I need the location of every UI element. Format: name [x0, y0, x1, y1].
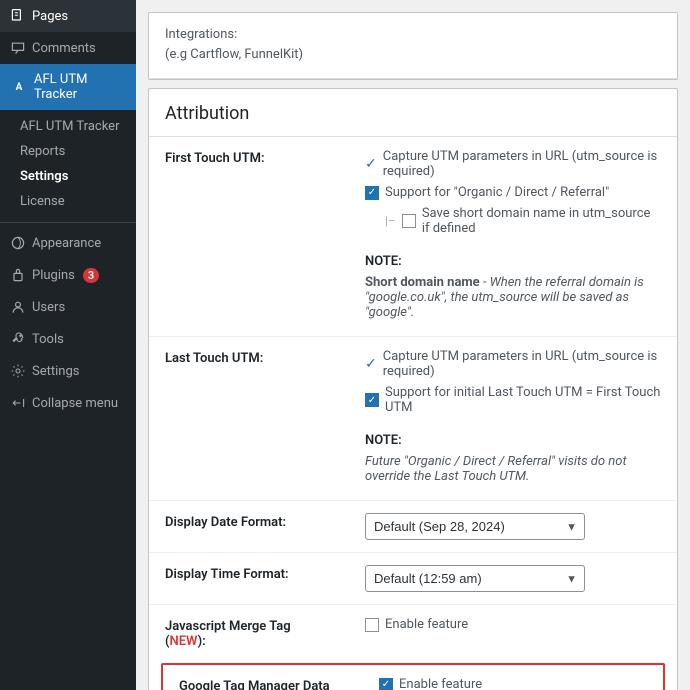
- sidebar-item-appearance[interactable]: Appearance: [0, 227, 136, 259]
- last-touch-note: NOTE: Future "Organic / Direct / Referra…: [365, 421, 661, 488]
- first-touch-note-label: NOTE:: [365, 254, 661, 269]
- sidebar-item-settings[interactable]: Settings: [0, 355, 136, 387]
- sidebar-item-comments[interactable]: Comments: [0, 32, 136, 64]
- sidebar-item-afl[interactable]: A AFL UTM Tracker: [0, 64, 136, 110]
- time-format-select[interactable]: Default (12:59 am): [365, 565, 585, 592]
- sidebar-item-pages[interactable]: Pages: [0, 0, 136, 32]
- javascript-merge-label: Javascript Merge Tag (NEW):: [149, 605, 349, 664]
- sidebar-sub-reports[interactable]: Reports: [0, 139, 136, 164]
- attribution-panel: Attribution First Touch UTM: ✓ Capture U…: [148, 88, 678, 690]
- first-touch-row: First Touch UTM: ✓ Capture UTM parameter…: [149, 137, 677, 337]
- indent-pipe: |–: [385, 214, 396, 228]
- sidebar-sub-afl-tracker[interactable]: AFL UTM Tracker: [0, 114, 136, 139]
- js-merge-checkbox[interactable]: [365, 618, 379, 632]
- first-touch-option1: ✓ Capture UTM parameters in URL (utm_sou…: [365, 149, 661, 179]
- date-format-label: Display Date Format:: [149, 501, 349, 553]
- sidebar-item-appearance-label: Appearance: [32, 236, 101, 251]
- javascript-merge-row: Javascript Merge Tag (NEW): Enable featu…: [149, 605, 677, 664]
- sidebar-item-pages-label: Pages: [32, 9, 68, 24]
- time-format-label: Display Time Format:: [149, 553, 349, 605]
- sidebar-sub-settings[interactable]: Settings: [0, 164, 136, 189]
- users-icon: [10, 299, 26, 315]
- last-touch-note-label: NOTE:: [365, 433, 661, 448]
- js-merge-new-label: NEW: [170, 634, 198, 649]
- plugins-icon: [10, 267, 26, 283]
- sidebar-item-plugins-label: Plugins: [32, 268, 75, 283]
- gtm-row: Google Tag Manager Data Layer (NEW): ✓ E…: [163, 665, 663, 690]
- sidebar-item-collapse[interactable]: Collapse menu: [0, 387, 136, 419]
- afl-avatar: A: [10, 78, 28, 96]
- sidebar-item-tools-label: Tools: [32, 332, 64, 347]
- sidebar-item-afl-label: AFL UTM Tracker: [34, 72, 126, 102]
- javascript-merge-content: Enable feature: [349, 605, 677, 664]
- last-touch-note-text: Future "Organic / Direct / Referral" vis…: [365, 454, 661, 484]
- collapse-icon: [10, 395, 26, 411]
- date-format-select-wrapper: Default (Sep 28, 2024) ▼: [365, 513, 585, 540]
- last-touch-label: Last Touch UTM:: [149, 337, 349, 501]
- last-touch-option2: ✓ Support for initial Last Touch UTM = F…: [365, 385, 661, 415]
- integrations-info: Integrations: (e.g Cartflow, FunnelKit): [149, 13, 677, 79]
- sidebar-item-plugins[interactable]: Plugins 3: [0, 259, 136, 291]
- main-content: Integrations: (e.g Cartflow, FunnelKit) …: [136, 0, 690, 690]
- js-merge-feature: Enable feature: [365, 617, 661, 632]
- first-touch-option2: ✓ Support for "Organic / Direct / Referr…: [365, 185, 661, 200]
- first-touch-note: NOTE: Short domain name - When the refer…: [365, 242, 661, 324]
- last-touch-option1: ✓ Capture UTM parameters in URL (utm_sou…: [365, 349, 661, 379]
- first-touch-option3: |– Save short domain name in utm_source …: [385, 206, 661, 236]
- integrations-panel: Integrations: (e.g Cartflow, FunnelKit): [148, 12, 678, 80]
- checkmark-icon-2: ✓: [365, 356, 377, 372]
- last-touch-content: ✓ Capture UTM parameters in URL (utm_sou…: [349, 337, 677, 501]
- first-touch-content: ✓ Capture UTM parameters in URL (utm_sou…: [349, 137, 677, 337]
- js-merge-enable-text: Enable feature: [385, 617, 468, 632]
- time-format-row: Display Time Format: Default (12:59 am) …: [149, 553, 677, 605]
- sidebar-item-users-label: Users: [32, 300, 65, 315]
- appearance-icon: [10, 235, 26, 251]
- gtm-enable-text: Enable feature: [399, 677, 482, 690]
- gtm-label-text: Google Tag Manager Data Layer: [179, 679, 330, 690]
- gtm-content: ✓ Enable feature: [363, 665, 663, 690]
- time-format-select-wrapper: Default (12:59 am) ▼: [365, 565, 585, 592]
- checkbox-blue-1[interactable]: ✓: [365, 186, 379, 200]
- sidebar-item-settings-label: Settings: [32, 364, 79, 379]
- gtm-table: Google Tag Manager Data Layer (NEW): ✓ E…: [163, 665, 663, 690]
- sidebar-item-tools[interactable]: Tools: [0, 323, 136, 355]
- attribution-title: Attribution: [149, 89, 677, 137]
- pages-icon: [10, 8, 26, 24]
- integrations-subtext: (e.g Cartflow, FunnelKit): [165, 47, 303, 62]
- last-touch-row: Last Touch UTM: ✓ Capture UTM parameters…: [149, 337, 677, 501]
- date-format-select[interactable]: Default (Sep 28, 2024): [365, 513, 585, 540]
- gtm-checkbox[interactable]: ✓: [379, 678, 393, 690]
- date-format-content: Default (Sep 28, 2024) ▼: [349, 501, 677, 553]
- afl-submenu: AFL UTM Tracker Reports Settings License: [0, 110, 136, 218]
- time-format-content: Default (12:59 am) ▼: [349, 553, 677, 605]
- checkmark-icon-1: ✓: [365, 156, 377, 172]
- checkbox-blue-2[interactable]: ✓: [365, 393, 379, 407]
- first-touch-note-text: Short domain name - When the referral do…: [365, 275, 661, 320]
- sidebar: Pages Comments A AFL UTM Tracker AFL UTM…: [0, 0, 136, 690]
- settings-icon: [10, 363, 26, 379]
- comments-icon: [10, 40, 26, 56]
- integrations-label: Integrations:: [165, 27, 237, 42]
- sidebar-sub-license[interactable]: License: [0, 189, 136, 214]
- gtm-feature: ✓ Enable feature: [379, 677, 647, 690]
- gtm-label: Google Tag Manager Data Layer (NEW):: [163, 665, 363, 690]
- first-touch-label: First Touch UTM:: [149, 137, 349, 337]
- date-format-row: Display Date Format: Default (Sep 28, 20…: [149, 501, 677, 553]
- plugins-badge: 3: [83, 268, 99, 283]
- gtm-highlighted-panel: Google Tag Manager Data Layer (NEW): ✓ E…: [161, 663, 665, 690]
- settings-table: First Touch UTM: ✓ Capture UTM parameter…: [149, 137, 677, 663]
- tools-icon: [10, 331, 26, 347]
- sidebar-item-comments-label: Comments: [32, 41, 96, 56]
- checkbox-empty-1[interactable]: [402, 214, 416, 228]
- sidebar-item-users[interactable]: Users: [0, 291, 136, 323]
- sidebar-item-collapse-label: Collapse menu: [32, 396, 118, 411]
